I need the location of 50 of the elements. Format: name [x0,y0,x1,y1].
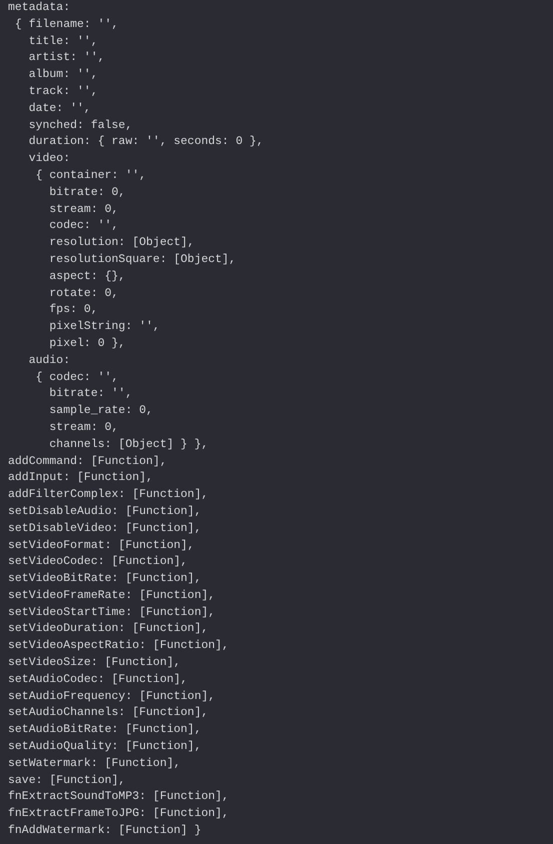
code-line: track: '', [28,84,98,100]
code-line: video: [28,151,70,168]
code-line: resolution: [Object], [48,235,194,252]
code-line: setDisableVideo: [Function], [8,520,202,537]
code-line: metadata: [8,0,70,16]
code-line: audio: [28,352,70,369]
code-line: setAudioFrequency: [Function], [8,688,216,705]
code-line: pixel: 0 }, [48,336,126,352]
code-line: stream: 0, [48,420,118,436]
code-line: setVideoBitRate: [Function], [8,571,202,588]
code-line: setVideoAspectRatio: [Function], [8,638,229,654]
code-line: date: '', [28,100,91,117]
code-line: title: '', [28,34,98,50]
code-line: fnExtractSoundToMP3: [Function], [8,789,229,806]
code-line: pixelString: '', [48,319,160,336]
code-line: fps: 0, [48,302,98,318]
code-line: fnAddWatermark: [Function] } [8,823,202,840]
code-line: stream: 0, [48,202,118,218]
code-line: setVideoFrameRate: [Function], [8,588,216,604]
code-line: rotate: 0, [48,286,118,302]
code-line: setAudioChannels: [Function], [8,705,208,722]
code-line: sample_rate: 0, [48,403,153,420]
code-line: setVideoCodec: [Function], [8,554,188,570]
code-line: fnExtractFrameToJPG: [Function], [8,806,229,822]
code-line: addInput: [Function], [8,470,153,486]
code-line: duration: { raw: '', seconds: 0 }, [28,134,264,150]
code-line: addCommand: [Function], [8,454,167,470]
code-line: save: [Function], [8,772,126,789]
code-line: setWatermark: [Function], [8,756,181,772]
code-line: resolutionSquare: [Object], [48,252,236,268]
code-line: codec: '', [48,218,118,234]
code-line: setAudioBitRate: [Function], [8,722,202,738]
code-line: setVideoStartTime: [Function], [8,604,216,621]
code-line: bitrate: 0, [48,184,126,201]
code-line: addFilterComplex: [Function], [8,487,208,504]
code-line: setAudioCodec: [Function], [8,672,188,688]
code-line: { filename: '', [14,16,118,33]
code-line: synched: false, [28,118,132,134]
code-line: { container: '', [34,168,146,184]
code-line: setVideoFormat: [Function], [8,538,194,554]
code-line: setVideoDuration: [Function], [8,621,208,638]
code-line: setAudioQuality: [Function], [8,739,202,756]
code-line: { codec: '', [34,370,118,386]
code-line: setVideoSize: [Function], [8,655,181,672]
code-line: setDisableAudio: [Function], [8,504,202,520]
code-line: bitrate: '', [48,386,132,402]
code-line: artist: '', [28,50,105,66]
code-line: channels: [Object] } }, [48,436,208,453]
code-line: aspect: {}, [48,268,126,285]
code-line: album: '', [28,67,98,84]
